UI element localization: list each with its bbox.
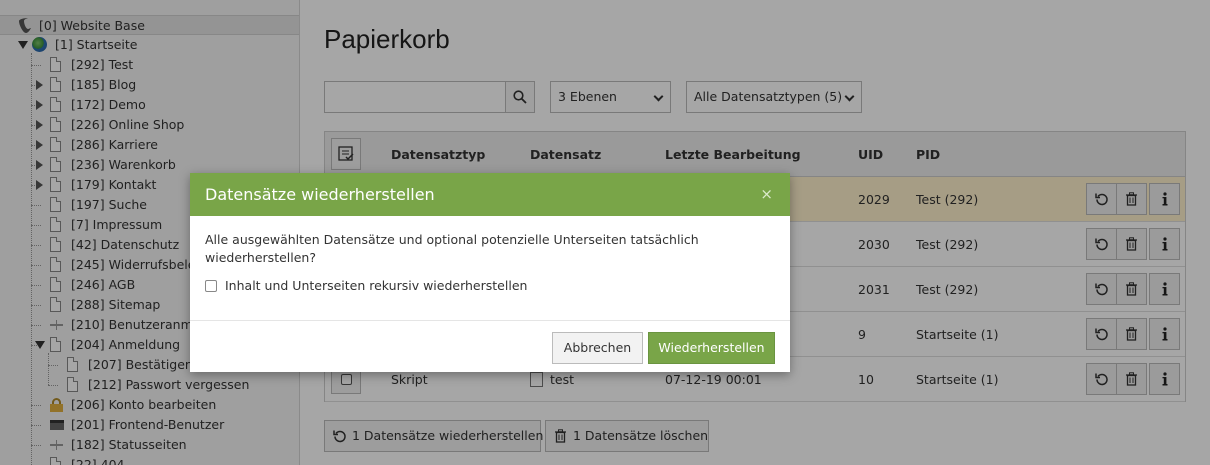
dialog-title: Datensätze wiederherstellen xyxy=(205,185,435,204)
dialog-message: Alle ausgewählten Datensätze und optiona… xyxy=(205,232,699,265)
recursive-restore-checkbox[interactable] xyxy=(205,280,217,292)
cancel-button[interactable]: Abbrechen xyxy=(552,332,643,364)
confirm-restore-button[interactable]: Wiederherstellen xyxy=(648,332,775,364)
restore-dialog: Datensätze wiederherstellen × Alle ausge… xyxy=(190,173,790,372)
close-icon[interactable]: × xyxy=(760,173,773,216)
dialog-header: Datensätze wiederherstellen × xyxy=(190,173,790,216)
dialog-footer: Abbrechen Wiederherstellen xyxy=(190,320,790,372)
recursive-restore-label[interactable]: Inhalt und Unterseiten rekursiv wiederhe… xyxy=(225,277,527,295)
